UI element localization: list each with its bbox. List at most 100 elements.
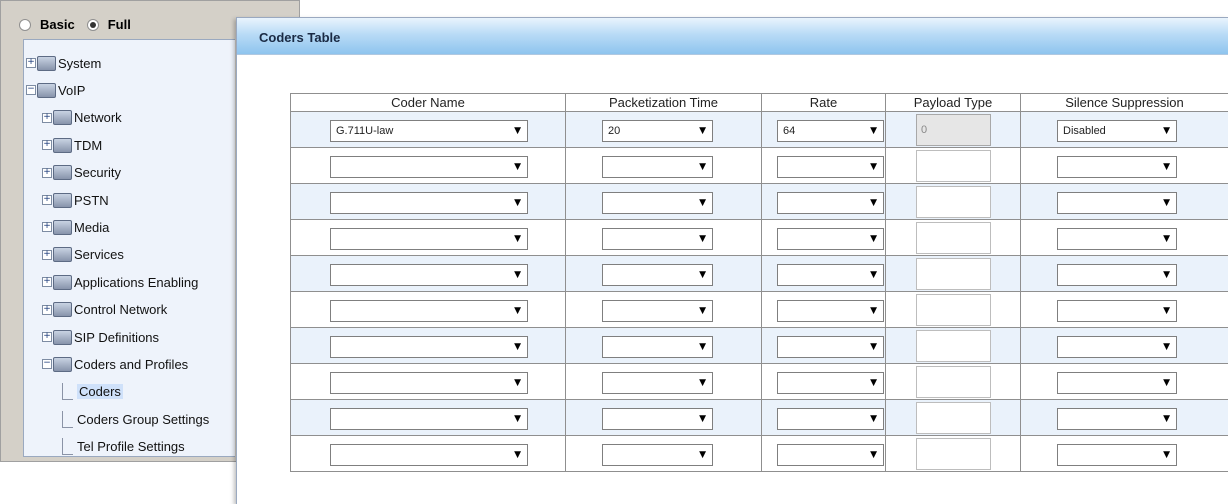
tree-item[interactable]: Coders Group Settings — [62, 408, 209, 430]
silence-suppression-select[interactable]: ▼ — [1057, 336, 1177, 358]
expand-icon[interactable]: + — [42, 277, 52, 288]
payload-type-input[interactable] — [916, 402, 991, 434]
rate-select[interactable]: ▼ — [777, 192, 884, 214]
dropdown-arrow-icon[interactable]: ▼ — [699, 409, 706, 429]
payload-type-input[interactable] — [916, 186, 991, 218]
tree-item[interactable]: + Applications Enabling — [42, 271, 198, 293]
expand-icon[interactable]: + — [42, 195, 52, 205]
tree-item-label[interactable]: VoIP — [58, 83, 85, 98]
silence-suppression-select[interactable]: ▼ — [1057, 192, 1177, 214]
packetization-time-select[interactable]: ▼ — [602, 300, 713, 322]
tree-item-label[interactable]: Coders — [77, 384, 123, 400]
packetization-time-select[interactable]: ▼ — [602, 336, 713, 358]
dropdown-arrow-icon[interactable]: ▼ — [514, 301, 521, 321]
dropdown-arrow-icon[interactable]: ▼ — [870, 229, 877, 249]
silence-suppression-select[interactable]: Disabled ▼ — [1057, 120, 1177, 142]
dropdown-arrow-icon[interactable]: ▼ — [514, 265, 521, 285]
dropdown-arrow-icon[interactable]: ▼ — [1163, 445, 1170, 465]
dropdown-arrow-icon[interactable]: ▼ — [870, 337, 877, 357]
dropdown-arrow-icon[interactable]: ▼ — [699, 373, 706, 393]
tree-item-label[interactable]: Coders Group Settings — [77, 412, 209, 427]
expand-icon[interactable]: + — [42, 249, 52, 260]
rate-select[interactable]: ▼ — [777, 372, 884, 394]
dropdown-arrow-icon[interactable]: ▼ — [1163, 229, 1170, 249]
rate-select[interactable]: ▼ — [777, 264, 884, 286]
silence-suppression-select[interactable]: ▼ — [1057, 300, 1177, 322]
coder-name-select[interactable]: ▼ — [330, 336, 528, 358]
tree-item-label[interactable]: System — [58, 56, 101, 71]
tree-item-label[interactable]: Applications Enabling — [74, 275, 198, 290]
coder-name-select[interactable]: ▼ — [330, 156, 528, 178]
full-mode-label[interactable]: Full — [108, 17, 131, 32]
tree-item-label[interactable]: Coders and Profiles — [74, 357, 188, 372]
dropdown-arrow-icon[interactable]: ▼ — [699, 265, 706, 285]
silence-suppression-select[interactable]: ▼ — [1057, 372, 1177, 394]
dropdown-arrow-icon[interactable]: ▼ — [699, 229, 706, 249]
packetization-time-select[interactable]: ▼ — [602, 372, 713, 394]
silence-suppression-select[interactable]: ▼ — [1057, 264, 1177, 286]
tree-item[interactable]: + Security — [42, 162, 121, 184]
tree-item[interactable]: + Services — [42, 244, 124, 266]
rate-select[interactable]: ▼ — [777, 228, 884, 250]
expand-icon[interactable]: + — [42, 112, 52, 123]
payload-type-input[interactable] — [916, 438, 991, 470]
dropdown-arrow-icon[interactable]: ▼ — [1163, 193, 1170, 213]
tree-item[interactable]: + Network — [42, 107, 122, 129]
dropdown-arrow-icon[interactable]: ▼ — [1163, 157, 1170, 177]
dropdown-arrow-icon[interactable]: ▼ — [514, 409, 521, 429]
dropdown-arrow-icon[interactable]: ▼ — [699, 193, 706, 213]
rate-select[interactable]: ▼ — [777, 300, 884, 322]
rate-select[interactable]: ▼ — [777, 156, 884, 178]
expand-icon[interactable]: + — [42, 140, 52, 151]
expand-icon[interactable]: + — [42, 332, 52, 342]
rate-select[interactable]: 64 ▼ — [777, 120, 884, 142]
rate-select[interactable]: ▼ — [777, 408, 884, 430]
dropdown-arrow-icon[interactable]: ▼ — [870, 157, 877, 177]
dropdown-arrow-icon[interactable]: ▼ — [514, 445, 521, 465]
tree-item[interactable]: − VoIP — [26, 79, 85, 101]
tree-item-label[interactable]: Control Network — [74, 302, 167, 317]
tree-item[interactable]: + System — [26, 52, 101, 74]
collapse-icon[interactable]: − — [26, 85, 36, 96]
tree-item[interactable]: + PSTN — [42, 189, 109, 211]
payload-type-input[interactable] — [916, 366, 991, 398]
silence-suppression-select[interactable]: ▼ — [1057, 156, 1177, 178]
expand-icon[interactable]: + — [42, 222, 52, 233]
payload-type-input[interactable] — [916, 258, 991, 290]
dropdown-arrow-icon[interactable]: ▼ — [699, 121, 706, 141]
tree-item[interactable]: + TDM — [42, 134, 102, 156]
coder-name-select[interactable]: ▼ — [330, 444, 528, 466]
dropdown-arrow-icon[interactable]: ▼ — [870, 193, 877, 213]
dropdown-arrow-icon[interactable]: ▼ — [699, 445, 706, 465]
dropdown-arrow-icon[interactable]: ▼ — [514, 229, 521, 249]
dropdown-arrow-icon[interactable]: ▼ — [1163, 373, 1170, 393]
tree-item[interactable]: + Media — [42, 216, 109, 238]
tree-item-label[interactable]: Security — [74, 165, 121, 180]
collapse-icon[interactable]: − — [42, 359, 52, 370]
payload-type-input[interactable] — [916, 222, 991, 254]
expand-icon[interactable]: + — [42, 167, 52, 178]
coder-name-select[interactable]: ▼ — [330, 264, 528, 286]
basic-mode-label[interactable]: Basic — [40, 17, 75, 32]
silence-suppression-select[interactable]: ▼ — [1057, 408, 1177, 430]
tree-item[interactable]: + SIP Definitions — [42, 326, 159, 348]
expand-icon[interactable]: + — [42, 304, 52, 315]
coder-name-select[interactable]: ▼ — [330, 372, 528, 394]
dropdown-arrow-icon[interactable]: ▼ — [870, 301, 877, 321]
tree-item-label[interactable]: TDM — [74, 138, 102, 153]
tree-item[interactable]: + Control Network — [42, 299, 167, 321]
silence-suppression-select[interactable]: ▼ — [1057, 228, 1177, 250]
tree-item[interactable]: Tel Profile Settings — [62, 436, 185, 456]
dropdown-arrow-icon[interactable]: ▼ — [514, 373, 521, 393]
tree-item-label[interactable]: Network — [74, 110, 122, 125]
dropdown-arrow-icon[interactable]: ▼ — [1163, 121, 1170, 141]
dropdown-arrow-icon[interactable]: ▼ — [870, 265, 877, 285]
expand-icon[interactable]: + — [26, 58, 36, 68]
tree-item[interactable]: Coders — [62, 381, 123, 403]
coder-name-select[interactable]: ▼ — [330, 408, 528, 430]
dropdown-arrow-icon[interactable]: ▼ — [1163, 301, 1170, 321]
packetization-time-select[interactable]: ▼ — [602, 264, 713, 286]
tree-item-label[interactable]: Tel Profile Settings — [77, 439, 185, 454]
packetization-time-select[interactable]: ▼ — [602, 192, 713, 214]
payload-type-input[interactable] — [916, 330, 991, 362]
